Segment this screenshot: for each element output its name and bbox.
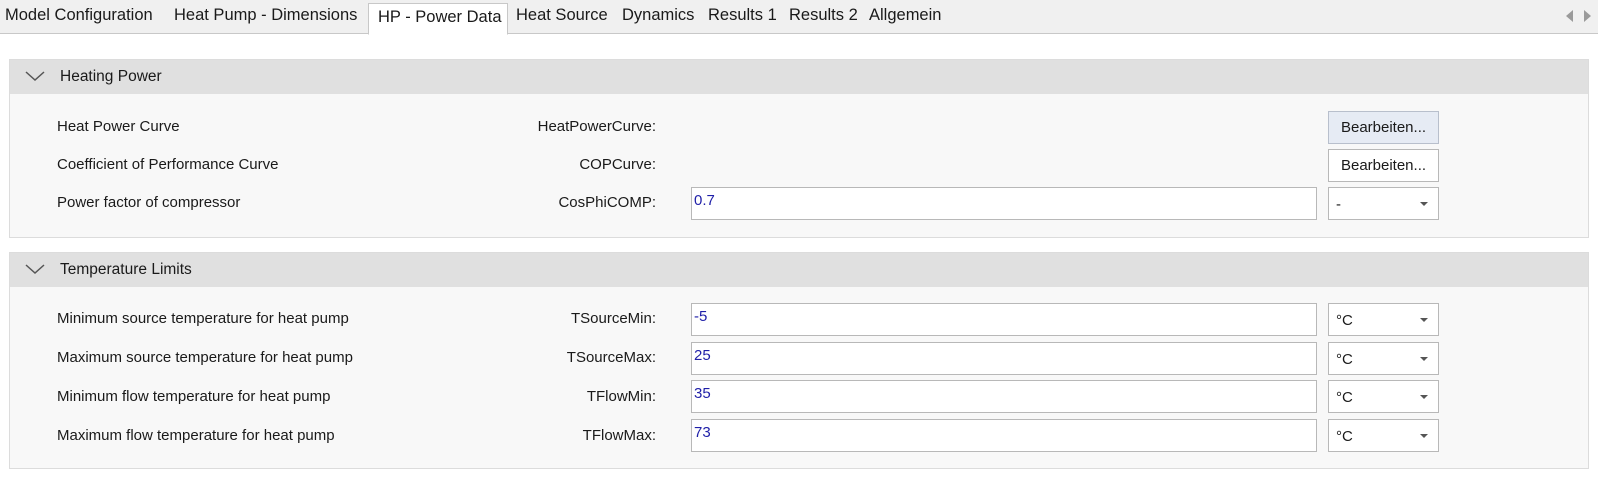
heat-power-curve-edit-button[interactable]: Bearbeiten... — [1328, 111, 1439, 144]
tab-hp-power-data[interactable]: HP - Power Data — [368, 3, 508, 35]
triangle-right-icon[interactable] — [1584, 10, 1591, 22]
tsourcemax-unit: °C — [1336, 351, 1353, 368]
cosphicomp-unit-select[interactable]: - — [1328, 187, 1439, 220]
tflowmin-unit-select[interactable]: °C — [1328, 380, 1439, 413]
dropdown-arrow-icon — [1420, 318, 1428, 322]
heating-power-group: Heating Power Heat Power Curve HeatPower… — [9, 59, 1589, 238]
cosphicomp-unit: - — [1336, 196, 1341, 213]
tflowmax-param: TFlowMax: — [582, 427, 656, 444]
tsourcemin-unit-select[interactable]: °C — [1328, 303, 1439, 336]
tflowmax-label: Maximum flow temperature for heat pump — [57, 427, 335, 444]
tab-heat-source[interactable]: Heat Source — [516, 6, 608, 25]
tsourcemax-label: Maximum source temperature for heat pump — [57, 349, 353, 366]
tsourcemax-input[interactable]: 25 — [691, 342, 1317, 375]
triangle-left-icon[interactable] — [1566, 10, 1573, 22]
heat-power-curve-param: HeatPowerCurve: — [537, 118, 656, 135]
dropdown-arrow-icon — [1420, 395, 1428, 399]
dropdown-arrow-icon — [1420, 434, 1428, 438]
tab-model-configuration[interactable]: Model Configuration — [5, 6, 153, 25]
chevron-down-icon[interactable] — [24, 70, 46, 82]
tab-strip: Model Configuration Heat Pump - Dimensio… — [0, 0, 1598, 35]
heating-power-title: Heating Power — [60, 68, 162, 85]
tab-dynamics[interactable]: Dynamics — [622, 6, 694, 25]
tflowmin-unit: °C — [1336, 389, 1353, 406]
tsourcemin-param: TSourceMin: — [570, 310, 656, 327]
tab-results-2[interactable]: Results 2 — [789, 6, 858, 25]
tab-allgemein[interactable]: Allgemein — [869, 6, 941, 25]
cosphicomp-param: CosPhiCOMP: — [558, 194, 656, 211]
chevron-down-icon[interactable] — [24, 263, 46, 275]
dropdown-arrow-icon — [1420, 357, 1428, 361]
tflowmax-input[interactable]: 73 — [691, 419, 1317, 452]
temperature-limits-group: Temperature Limits Minimum source temper… — [9, 252, 1589, 469]
temperature-limits-header[interactable]: Temperature Limits — [10, 253, 1588, 287]
cop-curve-param: COPCurve: — [579, 156, 656, 173]
tflowmin-input[interactable]: 35 — [691, 380, 1317, 413]
tsourcemin-input[interactable]: -5 — [691, 303, 1317, 336]
heating-power-header[interactable]: Heating Power — [10, 60, 1588, 94]
tsourcemax-param: TSourceMax: — [566, 349, 656, 366]
heat-power-curve-label: Heat Power Curve — [57, 118, 180, 135]
tflowmax-unit-select[interactable]: °C — [1328, 419, 1439, 452]
tflowmin-param: TFlowMin: — [586, 388, 656, 405]
tab-heat-pump-dimensions[interactable]: Heat Pump - Dimensions — [174, 6, 357, 25]
cop-curve-label: Coefficient of Performance Curve — [57, 156, 279, 173]
temperature-limits-title: Temperature Limits — [60, 261, 192, 278]
power-factor-label: Power factor of compressor — [57, 194, 241, 211]
tsourcemax-unit-select[interactable]: °C — [1328, 342, 1439, 375]
tflowmax-unit: °C — [1336, 428, 1353, 445]
tsourcemin-unit: °C — [1336, 312, 1353, 329]
tflowmin-label: Minimum flow temperature for heat pump — [57, 388, 331, 405]
tsourcemin-label: Minimum source temperature for heat pump — [57, 310, 349, 327]
cop-curve-edit-button[interactable]: Bearbeiten... — [1328, 149, 1439, 182]
cosphicomp-input[interactable]: 0.7 — [691, 187, 1317, 220]
tab-results-1[interactable]: Results 1 — [708, 6, 777, 25]
dropdown-arrow-icon — [1420, 202, 1428, 206]
